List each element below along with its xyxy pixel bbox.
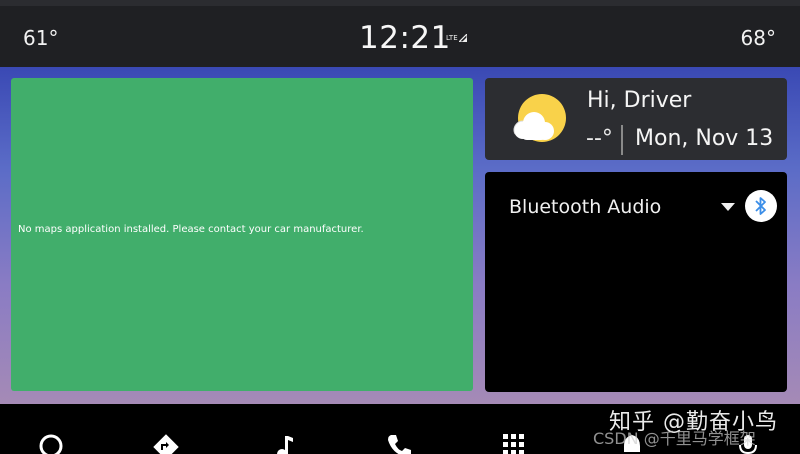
bluetooth-icon (755, 197, 766, 215)
csdn-watermark: CSDN @千里马学框架 (593, 429, 756, 448)
status-bar: 61° 12:21 LTE 68° (0, 0, 800, 67)
bluetooth-button[interactable] (745, 190, 777, 222)
apps-icon[interactable] (501, 432, 527, 454)
media-card[interactable]: Bluetooth Audio (485, 172, 787, 392)
music-icon[interactable] (272, 432, 296, 454)
navigation-icon[interactable] (151, 432, 181, 454)
home-icon[interactable] (37, 432, 65, 454)
greeting-text: Hi, Driver (587, 88, 692, 113)
current-temperature: --° (586, 126, 613, 151)
network-type: LTE (446, 34, 458, 42)
greeting-card[interactable]: Hi, Driver --° Mon, Nov 13 (485, 78, 787, 160)
arrow-drop-down-icon[interactable] (721, 203, 735, 211)
divider (621, 125, 623, 155)
clock: 12:21 (359, 20, 451, 56)
phone-icon[interactable] (385, 432, 413, 454)
current-date: Mon, Nov 13 (635, 126, 774, 151)
outside-temperature-left[interactable]: 61° (23, 26, 58, 50)
map-placeholder-message: No maps application installed. Please co… (18, 224, 364, 235)
outside-temperature-right[interactable]: 68° (741, 26, 776, 50)
home-content: No maps application installed. Please co… (0, 67, 800, 404)
partly-cloudy-icon (513, 94, 566, 142)
cell-signal-icon: LTE (446, 34, 467, 42)
map-card[interactable]: No maps application installed. Please co… (11, 78, 473, 391)
audio-source-label: Bluetooth Audio (509, 196, 662, 218)
